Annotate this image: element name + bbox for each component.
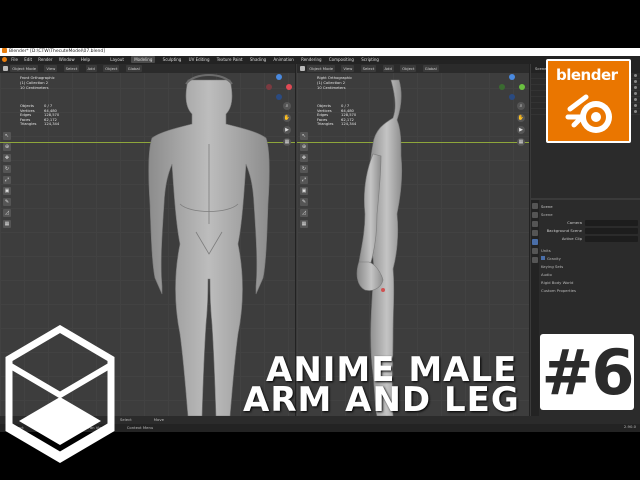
status-select: Select [120,417,132,422]
menu-edit[interactable]: Edit [24,57,32,62]
visibility-eye-icon[interactable] [634,98,637,101]
blender-logo-icon [565,94,612,133]
tab-compositing[interactable]: Compositing [329,57,354,62]
view-layer-props-icon[interactable] [532,230,538,236]
top-menubar: File Edit Render Window Help Layout Mode… [0,56,640,64]
field-label: Camera [567,220,582,225]
window-title: Blender* [D:\CTW\ThecuteModel\07.blend] [9,49,105,54]
visibility-eye-icon[interactable] [634,74,637,77]
field-input[interactable] [585,228,638,234]
output-props-icon[interactable] [532,221,538,227]
episode-badge: #6 [540,334,635,410]
tab-rendering[interactable]: Rendering [301,57,321,62]
object-props-icon[interactable] [532,257,538,263]
section-audio[interactable]: Audio [541,271,638,279]
blender-logo-text: blender [556,66,618,84]
section-gravity[interactable]: Gravity [541,255,638,263]
tab-uv-editing[interactable]: UV Editing [189,57,210,62]
section-units[interactable]: Units [541,247,638,255]
channel-cube-logo [5,325,115,464]
tab-shading[interactable]: Shading [250,57,266,62]
section-custom-properties[interactable]: Custom Properties [541,287,638,295]
tab-layout[interactable]: Layout [110,57,124,62]
blender-logo: blender [546,59,631,143]
active-clip-field[interactable]: Active Clip [541,235,638,243]
checkbox-icon[interactable] [541,256,545,260]
tab-animation[interactable]: Animation [273,57,293,62]
tab-texture-paint[interactable]: Texture Paint [217,57,243,62]
status-move: Move [153,417,164,422]
tool-props-icon[interactable] [532,203,538,209]
menu-render[interactable]: Render [38,57,52,62]
visibility-eye-icon[interactable] [634,104,637,107]
section-rigid-body-world[interactable]: Rigid Body World [541,279,638,287]
visibility-eye-icon[interactable] [634,86,637,89]
menu-help[interactable]: Help [81,57,90,62]
section-label: Gravity [547,256,561,261]
hint-context-menu: Context Menu [126,425,154,430]
workspace-tabs: Layout Modeling Sculpting UV Editing Tex… [110,56,385,63]
world-props-icon[interactable] [532,248,538,254]
field-input[interactable] [585,220,638,226]
tab-sculpting[interactable]: Sculpting [163,57,182,62]
scene-properties: Scene Scene Camera Background Scene Acti… [541,203,638,295]
blender-app-icon [2,48,7,53]
camera-field[interactable]: Camera [541,219,638,227]
video-title-line-2: ARM AND LEG [243,380,520,420]
field-label: Background Scene [546,228,582,233]
tab-modeling[interactable]: Modeling [131,56,156,63]
field-label: Active Clip [561,236,582,241]
visibility-eye-icon[interactable] [634,92,637,95]
visibility-eye-icon[interactable] [634,80,637,83]
render-props-icon[interactable] [532,212,538,218]
panel-title: Scene [541,204,553,209]
tab-scripting[interactable]: Scripting [361,57,379,62]
3d-cursor-icon[interactable] [381,288,385,292]
section-keying-sets[interactable]: Keying Sets [541,263,638,271]
window-titlebar: Blender* [D:\CTW\ThecuteModel\07.blend] [0,48,640,56]
menu-window[interactable]: Window [59,57,75,62]
properties-tabs [531,200,539,416]
visibility-eye-icon[interactable] [634,110,637,113]
section-scene[interactable]: Scene [541,211,638,219]
scene-props-icon[interactable] [532,239,538,245]
blender-menu-icon[interactable] [2,57,7,62]
field-input[interactable] [585,236,638,242]
background-scene-field[interactable]: Background Scene [541,227,638,235]
version-label: 2.90.0 [623,424,636,429]
menu-file[interactable]: File [11,57,18,62]
